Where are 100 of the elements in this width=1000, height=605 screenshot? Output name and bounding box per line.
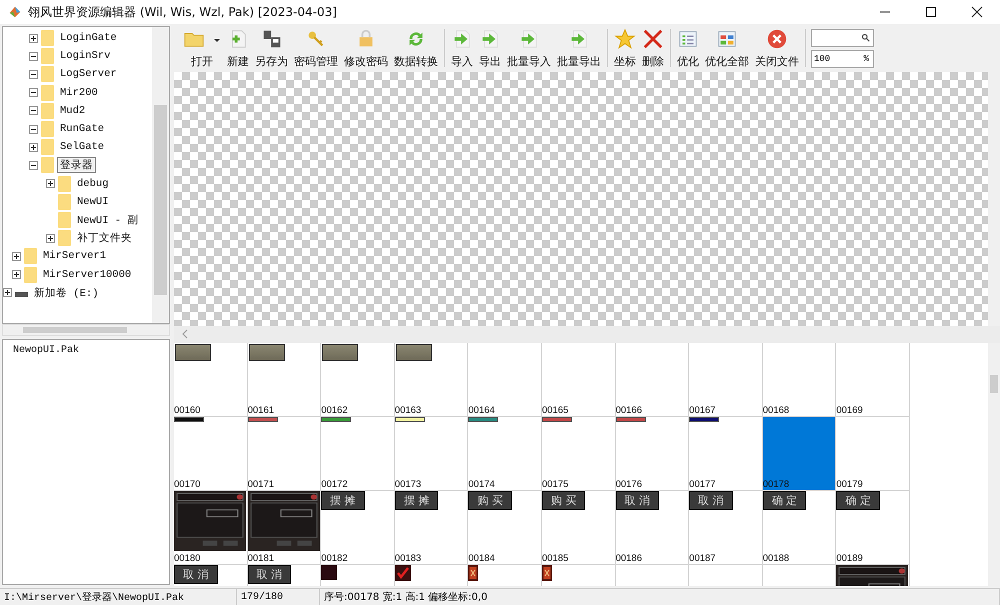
file-item[interactable]: NewopUI.Pak [13,345,159,356]
image-cell[interactable]: 确 定 00188 [762,491,836,565]
toolbar-button[interactable]: 另存为 [252,28,291,68]
image-cell[interactable]: 00180 [174,491,248,565]
image-cell[interactable]: 00181 [248,491,322,565]
stone-panel-thumbnail [248,344,285,361]
image-number: 00180 [174,554,200,563]
toolbar-button[interactable]: 打开 [180,28,224,68]
collapse-icon[interactable] [29,106,38,116]
folder-icon [58,230,71,246]
tree-item[interactable]: RunGate [57,122,108,136]
expand-icon[interactable] [46,179,55,188]
image-number: 00173 [394,480,422,489]
expand-icon[interactable] [12,252,21,261]
tree-item[interactable]: 补丁文件夹 [74,230,135,246]
vertical-scrollbar[interactable] [988,343,1000,586]
image-number: 00168 [762,406,790,415]
expand-icon[interactable] [3,288,12,298]
toolbar-button[interactable]: 优化全部 [702,28,752,68]
collapse-icon[interactable] [29,52,38,61]
image-number: 00185 [542,554,568,563]
stone-panel-thumbnail [396,344,432,361]
delete-icon [642,28,664,50]
image-cell[interactable]: 摆 摊 00183 [394,491,468,565]
collapse-icon[interactable] [29,124,38,134]
button-thumbnail: 取 消 [616,491,660,510]
toolbar-button[interactable]: 批量导入 [504,28,554,68]
window-title: 翎风世界资源编辑器 (Wil, Wis, Wzl, Pak) [2023-04-03] [28,4,337,20]
toolbar-button[interactable]: 导出 [476,28,504,68]
zoom-field[interactable]: 100 % [811,50,874,68]
image-cell[interactable]: 00178 [762,417,836,491]
toolbar-button[interactable]: 密码管理 [291,28,341,68]
collapse-icon[interactable] [29,88,38,98]
expand-icon[interactable] [46,234,55,243]
toolbar-button[interactable]: 新建 [224,28,252,68]
search-field[interactable] [811,28,874,46]
tree-item[interactable]: debug [74,176,112,191]
button-thumbnail: 确 定 [836,491,880,510]
horizontal-scrollbar[interactable] [174,326,1000,343]
image-cell[interactable]: 00169 [836,343,910,417]
image-cell[interactable]: 确 定 00189 [836,491,910,565]
expand-icon[interactable] [12,270,21,280]
tree-item[interactable]: NewUI - 副 [74,212,142,228]
image-number: 00178 [762,480,790,489]
image-number: 00163 [394,406,422,415]
toolbar-button[interactable]: 导入 [448,28,476,68]
toolbar-button[interactable]: 关闭文件 [752,28,802,68]
tree-item[interactable]: SelGate [57,140,108,154]
image-cell[interactable]: 购 买 00185 [542,491,616,565]
tree-item[interactable]: LogServer [57,67,120,82]
image-cell[interactable]: 00161 [248,343,322,417]
image-cell[interactable]: 取 消 [174,565,248,586]
collapse-icon[interactable] [29,70,38,79]
image-cell[interactable]: 00160 [174,343,248,417]
folder-icon [41,102,54,119]
dark-square-thumbnail [321,565,338,580]
image-cell[interactable]: 购 买 00184 [468,491,542,565]
image-number: 00161 [248,406,274,415]
tree-item[interactable]: 登录器 [57,157,96,174]
image-cell[interactable]: 00162 [321,343,395,417]
tree-item[interactable]: NewUI [74,194,112,209]
image-number: 00162 [321,406,348,415]
image-cell[interactable]: 取 消 00187 [689,491,763,565]
expand-icon[interactable] [29,34,38,43]
tree-item[interactable]: MirServer1 [40,249,110,264]
image-cell[interactable]: 摆 摊 00182 [321,491,395,565]
horizontal-scrollbar[interactable] [2,324,170,336]
toolbar-button[interactable]: 数据转换 [391,28,441,68]
image-number: 00165 [542,406,568,415]
button-thumbnail: 取 消 [689,491,733,510]
vertical-scrollbar[interactable] [152,27,169,323]
image-number: 00174 [468,480,495,489]
image-number: 00160 [174,406,200,415]
tree-item[interactable]: Mir200 [57,86,101,100]
image-cell[interactable]: 00163 [394,343,468,417]
stone-panel-thumbnail [175,344,211,361]
image-number: 00182 [321,554,348,563]
image-number: 00189 [836,554,863,563]
button-thumbnail: 取 消 [248,565,292,584]
toolbar-button[interactable]: 批量导出 [554,28,604,68]
tree-item[interactable]: LoginSrv [57,49,114,64]
toolbar-button[interactable]: 优化 [674,28,702,68]
tree-item[interactable]: MirServer10000 [40,268,134,282]
tree-item[interactable]: LoginGate [57,31,120,46]
image-cell[interactable]: 取 消 00186 [616,491,690,565]
tree-item[interactable]: Mud2 [57,104,88,118]
toolbar-button[interactable]: 删除 [639,28,667,68]
folder-icon [58,176,71,192]
cross-icon [468,565,478,581]
folder-icon [41,139,54,156]
image-number: 00171 [248,480,274,489]
toolbar-button[interactable]: 坐标 [611,28,639,68]
button-thumbnail: 摆 摊 [321,491,365,510]
collapse-icon[interactable] [29,160,38,170]
tree-item[interactable]: 新加卷 (E:) [31,284,102,301]
folder-icon [24,248,37,264]
button-thumbnail: 摆 摊 [394,491,438,510]
image-cell[interactable]: 取 消 [248,565,322,586]
expand-icon[interactable] [29,142,38,152]
toolbar-button[interactable]: 修改密码 [341,28,391,68]
